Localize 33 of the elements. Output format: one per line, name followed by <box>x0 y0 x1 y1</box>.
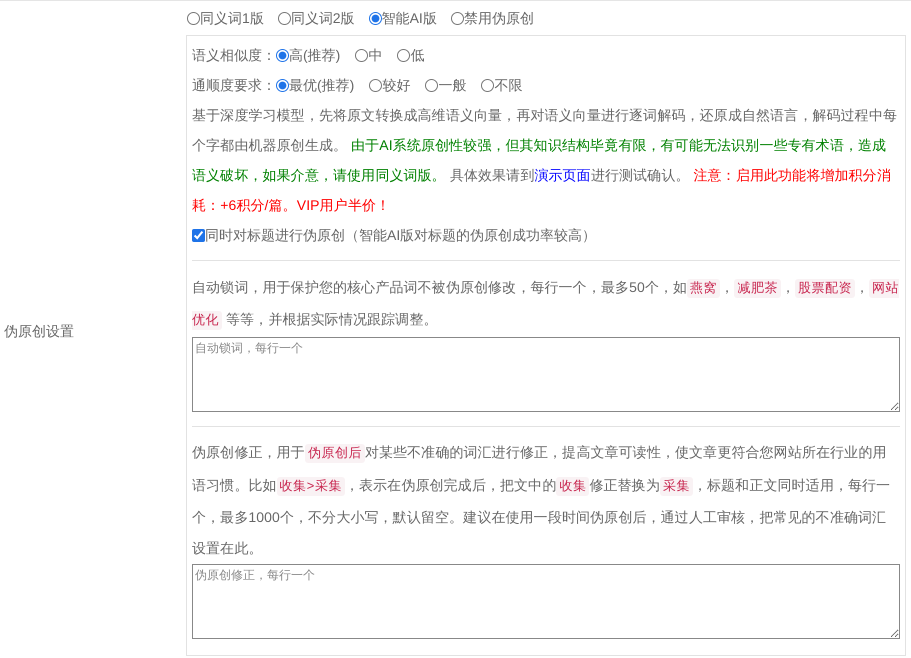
checkbox[interactable] <box>192 228 205 242</box>
radio-button[interactable] <box>397 48 410 62</box>
checkbox-label: 同时对标题进行伪原创（智能AI版对标题的伪原创成功率较高） <box>205 226 596 244</box>
radio-button[interactable] <box>368 12 382 24</box>
radio-label: 高(推荐) <box>289 46 340 65</box>
correction-description: 伪原创修正，用于 伪原创后 对某些不准确的词汇进行修正，提高文章可读性，使文章更符合您网站所在行业的用语习惯。比如 收集>采集 ，表示在伪原创完成后，把文中的 收集 修正替换为 采集 ，标题和正文同时适用，每行一个，最多1000个，不分大小写，默认留空。建议在使用一段时间伪原创后，通过人工审核，把常见的不准确词汇设置在此。 <box>192 443 892 558</box>
field-label: 通顺度要求： <box>192 76 276 94</box>
radio-button[interactable] <box>355 48 368 62</box>
description-text: 基于深度学习模型，先将原文转换成高维语义向量，再对语义向量进行逐词解码，还原成自然语言，解码过程中每个字都由机器原创生成。 由于AI系统原创性较强，但其知识结构毕竟有限，有可能无法识别一些专有术语，造成语义破坏，如果介意，请使用同义词版。 具体效果请到演示页面进行测试确认。 注意：启用此功能将增加积分消耗：+6积分/篇。VIP用户半价！ <box>192 106 898 215</box>
radio-label: 一般 <box>438 76 466 94</box>
radio-button[interactable] <box>276 78 289 92</box>
radio-button[interactable] <box>369 78 382 92</box>
radio-label: 低 <box>410 46 424 64</box>
radio-label: 中 <box>368 46 382 64</box>
radio-label: 同义词2版 <box>290 8 355 28</box>
radio-button[interactable] <box>278 12 291 24</box>
radio-label: 禁用伪原创 <box>464 8 534 28</box>
radio-label: 同义词1版 <box>200 8 264 28</box>
radio-button[interactable] <box>276 48 289 62</box>
radio-label: 最优(推荐) <box>289 76 354 95</box>
correction-field[interactable]: 伪原创修正，每行一个 <box>192 564 900 639</box>
radio-label: 智能AI版 <box>382 8 437 28</box>
radio-button[interactable] <box>481 78 494 92</box>
demo-page-link[interactable]: 演示页面 <box>534 167 591 183</box>
section-label: 伪原创设置 <box>3 322 74 341</box>
lock-words-field[interactable]: 自动锁词，每行一个 <box>192 337 900 412</box>
radio-button[interactable] <box>425 78 438 92</box>
radio-label: 较好 <box>382 76 410 94</box>
field-label: 语义相似度： <box>192 46 276 64</box>
lock-words-description: 自动锁词，用于保护您的核心产品词不被伪原创修改，每行一个，最多50个，如 燕窝 ， 减肥茶 ， 股票配资 ， 网站优化 等等，并根据实际情况跟踪调整。 <box>192 278 900 332</box>
radio-label: 不限 <box>494 76 522 94</box>
radio-button[interactable] <box>450 12 464 24</box>
radio-button[interactable] <box>187 12 200 24</box>
